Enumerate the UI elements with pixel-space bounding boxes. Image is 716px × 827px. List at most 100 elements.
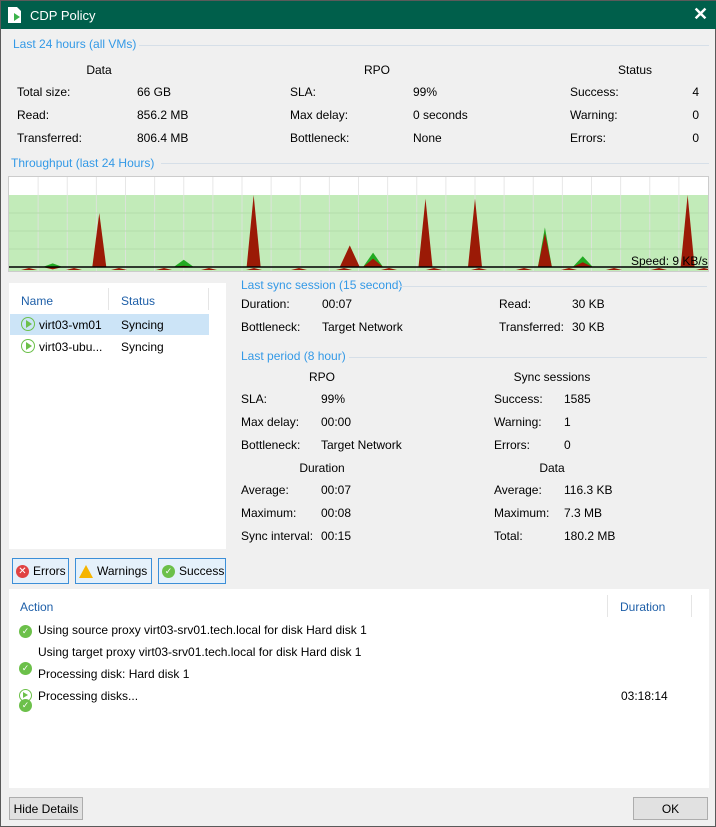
vm-list: Name Status virt03-vm01 Syncing virt03-u… (9, 283, 226, 549)
action-log: Action Duration ✓ Using source proxy virt… (9, 589, 709, 788)
warning-icon (79, 564, 93, 578)
warnings-filter-button[interactable]: Warnings (75, 558, 152, 584)
divider (161, 163, 709, 164)
period-duration-label: Maximum: (241, 506, 297, 520)
period-sessions-label: Warning: (494, 415, 542, 429)
period-data-header: Data (539, 461, 565, 475)
data-label: Total size: (17, 85, 71, 99)
divider (399, 286, 707, 287)
data-label: Transferred: (17, 131, 82, 145)
status-label: Success: (570, 85, 619, 99)
last-sync-label: Read: (499, 297, 532, 311)
period-duration-label: Sync interval: (241, 529, 314, 543)
vm-name[interactable]: virt03-vm01 (39, 318, 102, 332)
rpo-value: None (413, 131, 442, 145)
last-sync-label: Duration: (241, 297, 290, 311)
log-duration: 03:18:14 (621, 689, 668, 703)
divider (349, 357, 707, 358)
status-value: 0 (692, 108, 699, 122)
section-last-24h: Last 24 hours (all VMs) (13, 37, 137, 51)
status-label: Warning: (570, 108, 618, 122)
period-data-label: Average: (494, 483, 542, 497)
status-value: 4 (692, 85, 699, 99)
speed-label: Speed: 9 KB/s (631, 254, 708, 268)
last-sync-label: Transferred: (499, 320, 564, 334)
period-rpo-label: Max delay: (241, 415, 300, 429)
period-data-value: 7.3 MB (564, 506, 603, 520)
rpo-label: SLA: (290, 85, 317, 99)
period-data-label: Total: (494, 529, 523, 543)
last-sync-value: 30 KB (572, 297, 605, 311)
last-sync-label: Bottleneck: (241, 320, 301, 334)
divider (139, 45, 709, 46)
throughput-chart (8, 176, 709, 272)
period-data-value: 180.2 MB (564, 529, 616, 543)
data-value: 66 GB (137, 85, 172, 99)
period-rpo-label: Bottleneck: (241, 438, 301, 452)
title-bar: CDP Policy ✕ (1, 1, 716, 29)
data-value: 806.4 MB (137, 131, 189, 145)
document-icon (8, 7, 21, 23)
data-value: 856.2 MB (137, 108, 189, 122)
last-sync-value: 30 KB (572, 320, 605, 334)
rpo-label: Max delay: (290, 108, 349, 122)
period-duration-value: 00:15 (321, 529, 352, 543)
success-icon: ✓ (162, 564, 175, 578)
hide-details-button[interactable]: Hide Details (9, 797, 83, 820)
log-action: Using source proxy virt03-srv01.tech.loc… (38, 623, 367, 637)
ok-button[interactable]: OK (633, 797, 708, 820)
log-row[interactable]: ✓ Using source proxy virt03-srv01.tech.lo… (9, 589, 709, 638)
period-rpo-value: 00:00 (321, 415, 352, 429)
column-header-status[interactable]: Status (121, 294, 155, 308)
period-sessions-label: Success: (494, 392, 543, 406)
status-header: Status (617, 63, 653, 77)
success-icon: ✓ (19, 662, 32, 675)
period-rpo-header: RPO (308, 370, 336, 384)
success-filter-button[interactable]: ✓ Success (158, 558, 226, 584)
period-rpo-value: Target Network (321, 438, 402, 452)
close-icon[interactable]: ✕ (693, 4, 708, 25)
status-value: 0 (692, 131, 699, 145)
period-duration-header: Duration (299, 461, 345, 475)
error-icon: ✕ (16, 564, 29, 578)
column-header-duration[interactable]: Duration (620, 600, 665, 614)
period-sessions-label: Errors: (494, 438, 530, 452)
section-last-period: Last period (8 hour) (241, 349, 346, 363)
period-duration-value: 00:08 (321, 506, 352, 520)
period-sessions-value: 1 (564, 415, 571, 429)
last-sync-value: Target Network (322, 320, 403, 334)
period-sessions-value: 0 (564, 438, 571, 452)
rpo-value: 99% (413, 85, 438, 99)
last-sync-value: 00:07 (322, 297, 353, 311)
window-title: CDP Policy (30, 8, 96, 23)
section-last-sync: Last sync session (15 second) (241, 278, 403, 292)
syncing-icon (21, 317, 35, 331)
column-header-action[interactable]: Action (20, 600, 53, 614)
rpo-value: 0 seconds (413, 108, 468, 122)
period-rpo-label: SLA: (241, 392, 268, 406)
vm-status: Syncing (121, 340, 164, 354)
period-sessions-header: Sync sessions (513, 370, 591, 384)
success-icon: ✓ (19, 625, 32, 638)
errors-filter-button[interactable]: ✕ Errors (12, 558, 69, 584)
running-icon (19, 689, 32, 702)
rpo-header: RPO (363, 63, 391, 77)
rpo-label: Bottleneck: (290, 131, 350, 145)
period-data-value: 116.3 KB (564, 483, 613, 497)
column-header-name[interactable]: Name (21, 294, 53, 308)
log-action: Using target proxy virt03-srv01.tech.loc… (38, 645, 362, 659)
log-action: Processing disk: Hard disk 1 (38, 667, 190, 681)
section-throughput: Throughput (last 24 Hours) (11, 156, 155, 170)
period-data-label: Maximum: (494, 506, 550, 520)
log-row[interactable]: ✓ Using target proxy virt03-srv01.tech.lo… (9, 604, 709, 675)
warnings-label: Warnings (97, 564, 148, 578)
vm-name[interactable]: virt03-ubu... (39, 340, 102, 354)
errors-label: Errors (33, 564, 66, 578)
vm-status: Syncing (121, 318, 164, 332)
period-duration-value: 00:07 (321, 483, 352, 497)
data-header: Data (86, 63, 112, 77)
period-rpo-value: 99% (321, 392, 346, 406)
log-action: Processing disks... (38, 689, 139, 703)
status-label: Errors: (570, 131, 606, 145)
period-sessions-value: 1585 (564, 392, 591, 406)
